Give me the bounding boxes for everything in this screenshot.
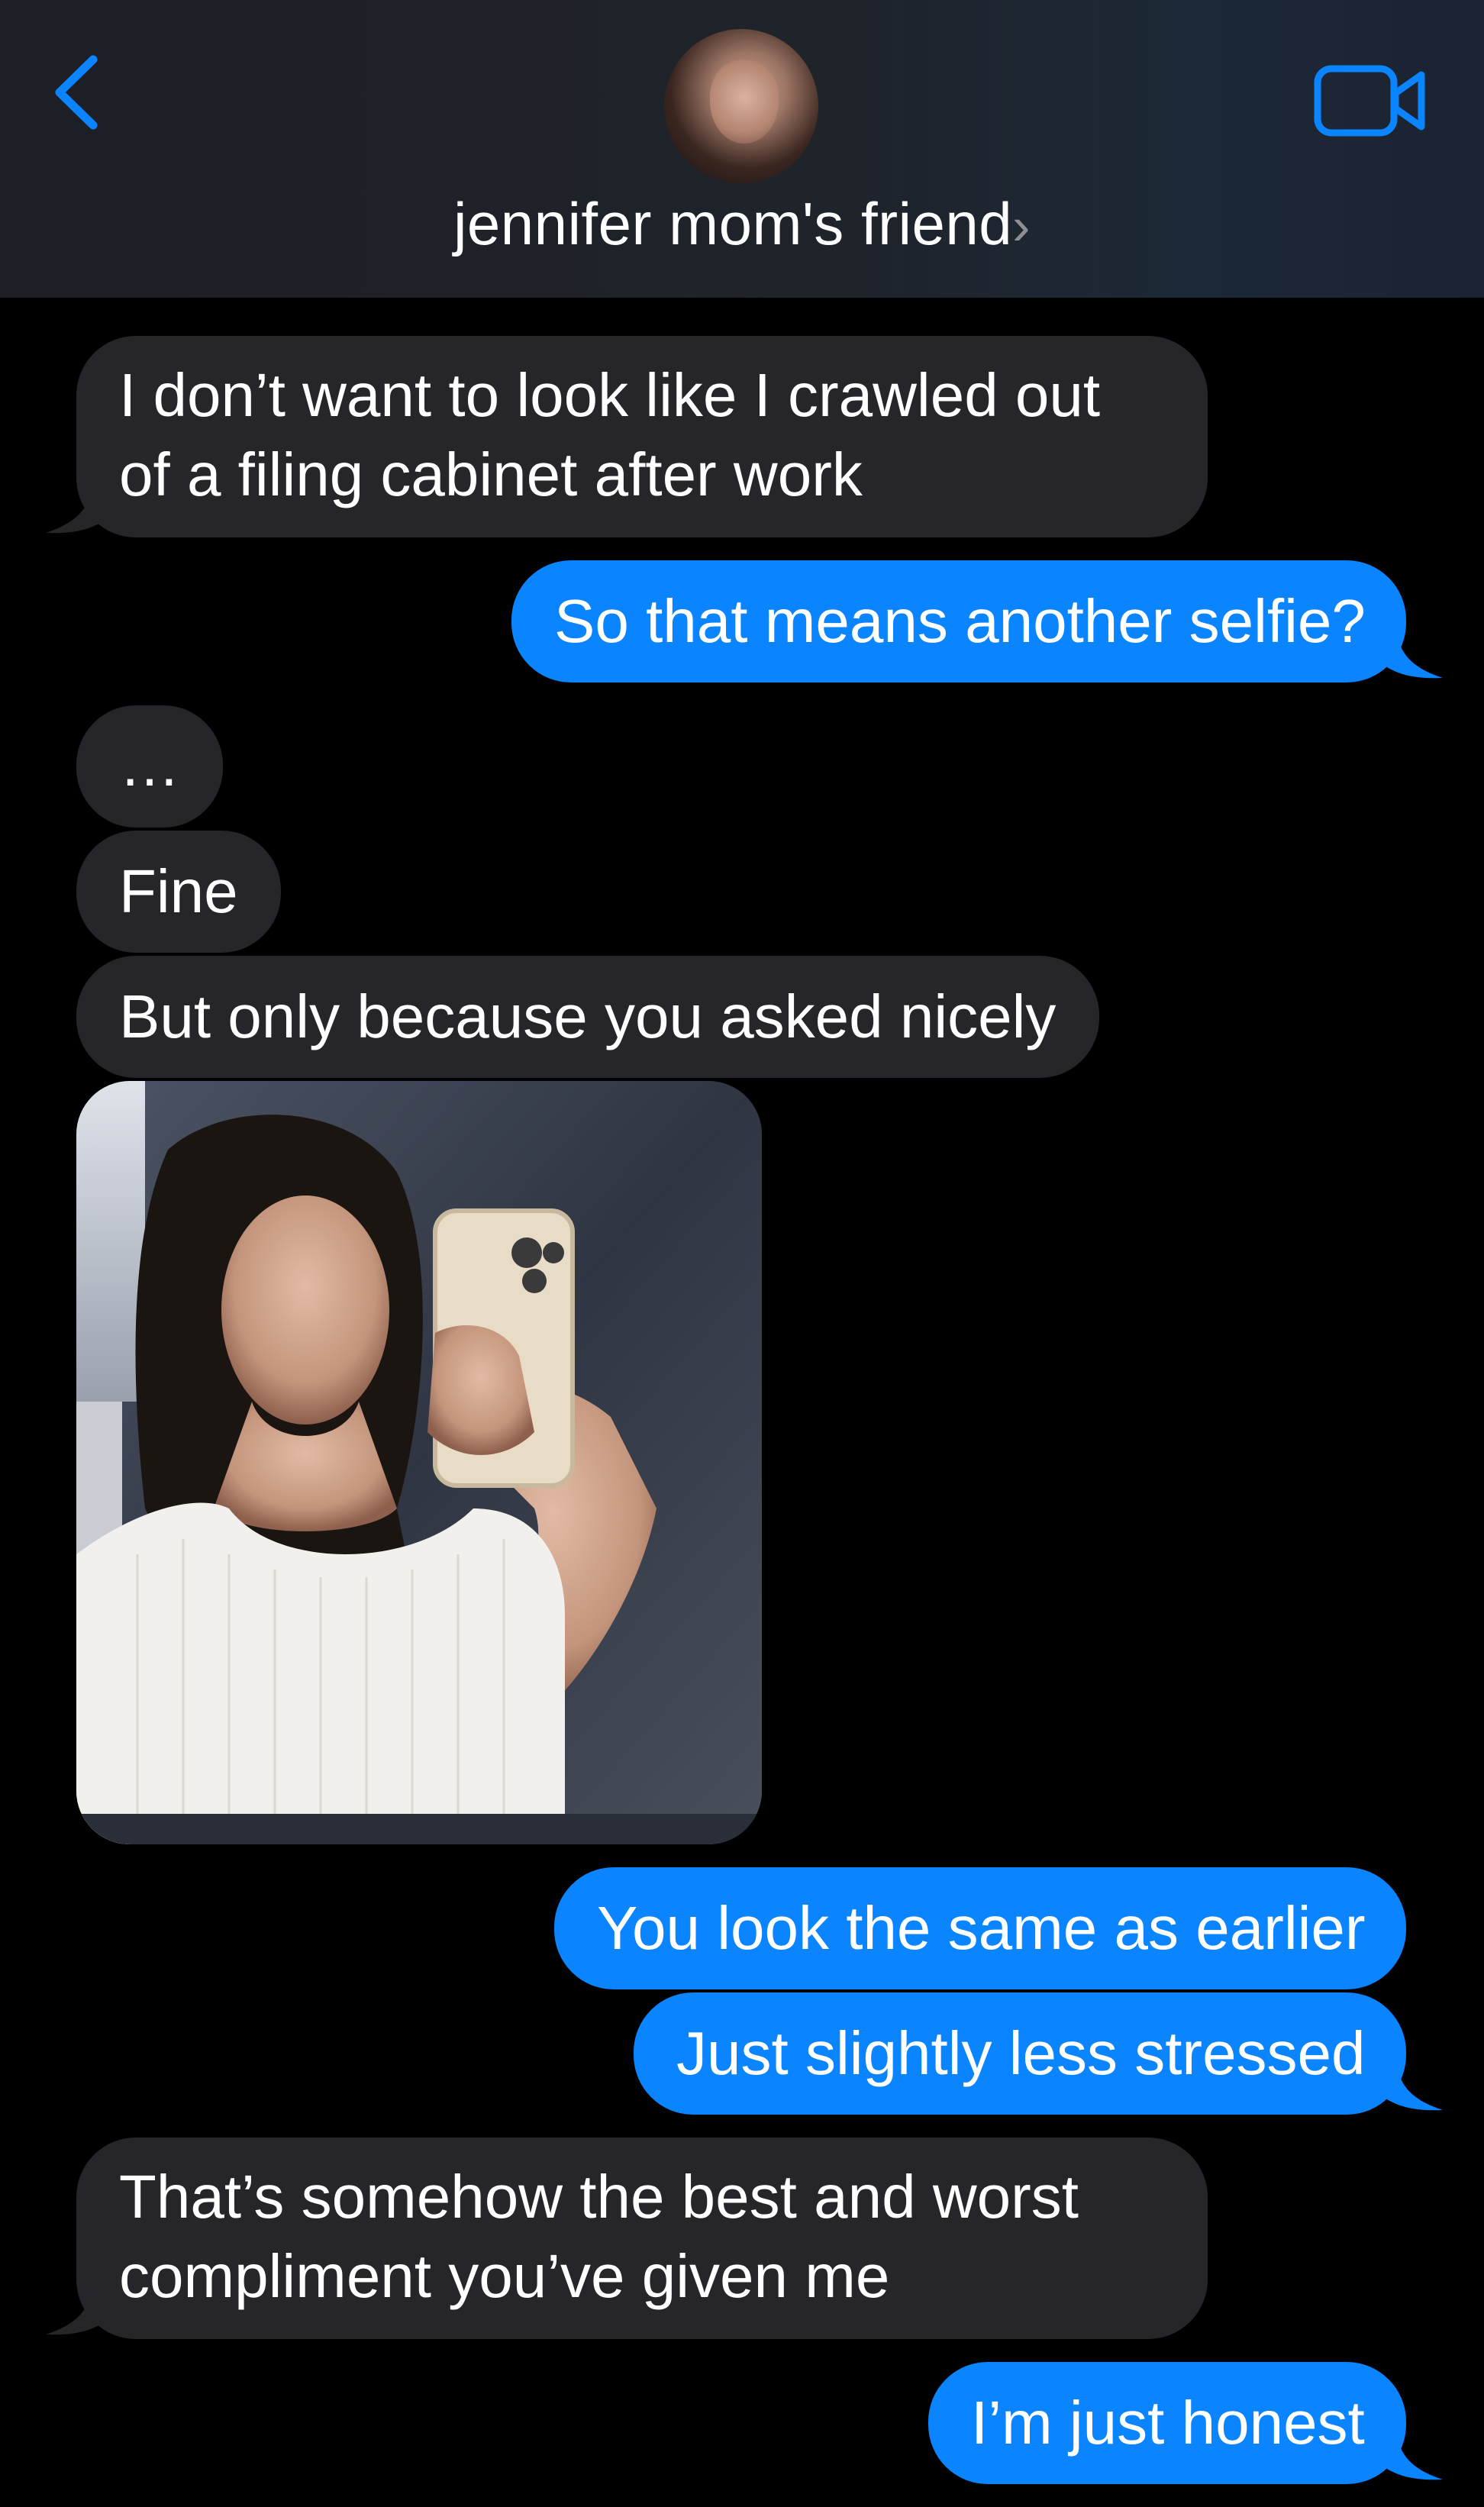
received-bubble-tail [46, 2283, 115, 2335]
message-text-line: Just slightly less stressed [676, 2019, 1366, 2087]
avatar-face [710, 60, 779, 144]
received-message-bubble[interactable]: That’s somehow the best and worst compli… [76, 2138, 1208, 2339]
received-photo-message[interactable] [76, 1081, 762, 1844]
facetime-video-button[interactable] [1313, 64, 1428, 137]
selfie-photo-image [76, 1081, 762, 1844]
message-text-line: of a filing cabinet after work [119, 440, 863, 508]
sent-bubble-tail [1374, 2058, 1443, 2111]
received-message-bubble[interactable]: … [76, 705, 223, 828]
received-message-bubble[interactable]: But only because you asked nicely [76, 956, 1099, 1078]
sent-message-bubble[interactable]: Just slightly less stressed [634, 1992, 1406, 2115]
sent-message-bubble[interactable]: I’m just honest [928, 2362, 1406, 2484]
received-message-bubble[interactable]: Fine [76, 831, 281, 953]
message-text-line: I don’t want to look like I crawled out [119, 361, 1101, 429]
chevron-right-icon: › [1012, 196, 1031, 256]
sent-message-bubble[interactable]: You look the same as earlier [554, 1867, 1406, 1989]
back-button[interactable] [47, 50, 108, 134]
message-text-line: You look the same as earlier [597, 1894, 1366, 1962]
contact-avatar[interactable] [664, 29, 818, 183]
video-camera-icon [1314, 65, 1425, 137]
sent-message-bubble[interactable]: So that means another selfie? [511, 560, 1406, 682]
message-text-line: That’s somehow the best and worst [119, 2163, 1079, 2231]
message-text-line: Fine [119, 857, 238, 925]
sent-bubble-tail [1374, 2428, 1443, 2480]
chevron-left-icon [55, 55, 98, 130]
contact-name: jennifer mom's friend [453, 190, 1013, 257]
message-text-line: … [119, 731, 180, 799]
message-text-line: I’m just honest [971, 2389, 1365, 2457]
message-text-line: So that means another selfie? [554, 587, 1366, 655]
contact-name-button[interactable]: jennifer mom's friend› [0, 189, 1484, 259]
conversation-header: jennifer mom's friend› [0, 0, 1484, 298]
message-text-line: compliment you’ve given me [119, 2242, 890, 2310]
received-message-bubble[interactable]: I don’t want to look like I crawled out … [76, 336, 1208, 537]
received-bubble-tail [46, 481, 115, 534]
message-text-line: But only because you asked nicely [119, 982, 1057, 1050]
sent-bubble-tail [1374, 626, 1443, 679]
